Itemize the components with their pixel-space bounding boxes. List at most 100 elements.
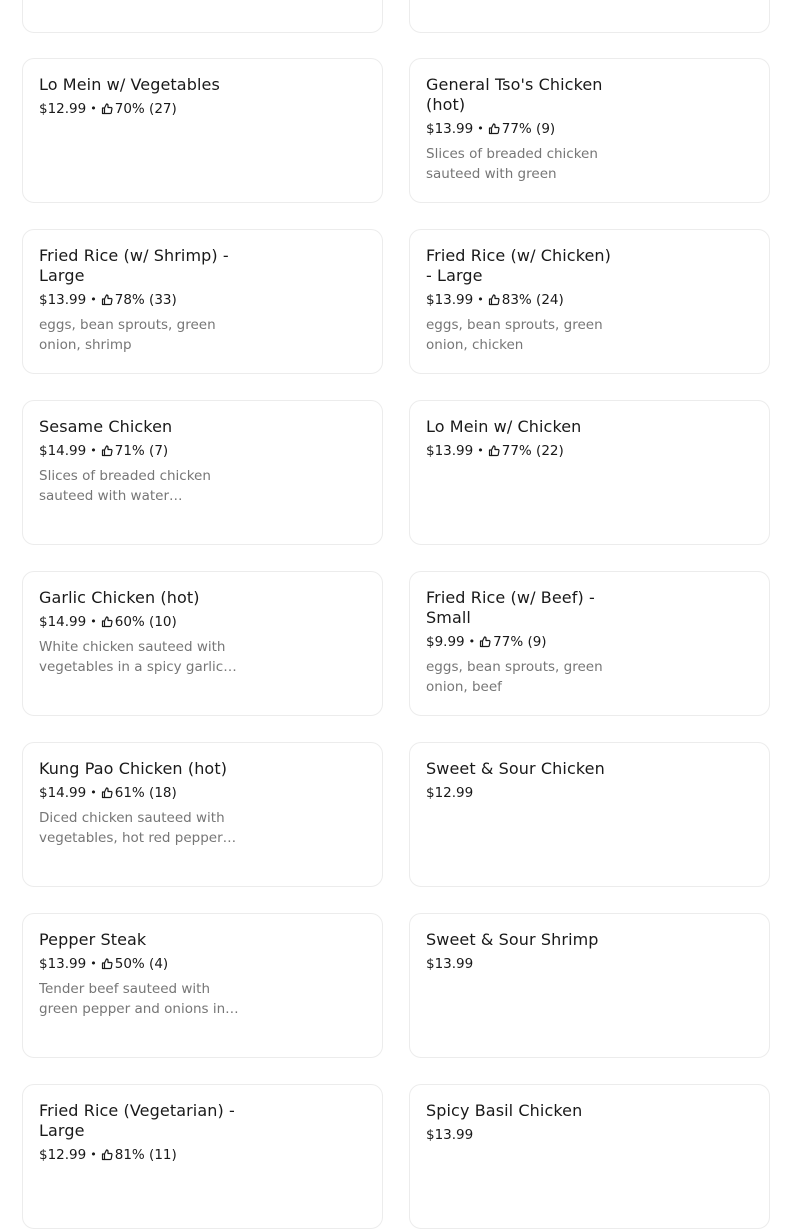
thumbs-up-icon (101, 445, 113, 457)
menu-item-name: Pepper Steak (39, 930, 147, 949)
menu-item-meta: $13.99 • 77% (9) (426, 120, 616, 138)
menu-item-meta: $13.99 • 50% (4) (39, 955, 239, 973)
menu-item-rating: 83% (24) (501, 292, 564, 308)
menu-item-rating: 70% (27) (114, 101, 177, 117)
menu-item-description: Slices of breaded chicken sauteed with g… (426, 146, 598, 182)
menu-item-card[interactable]: Fried Rice (Vegetarian) - Large $12.99 • 81… (22, 1084, 383, 1229)
menu-item-meta: $13.99 • 77% (22) (426, 442, 616, 460)
menu-item-price: $14.99 (39, 443, 87, 459)
menu-item-rating: 77% (9) (501, 121, 556, 137)
menu-item-rating: 61% (18) (114, 785, 177, 801)
thumbs-up-icon (101, 787, 113, 799)
menu-item-card[interactable]: Lo Mein w/ Vegetables $12.99 • 70% (27) (22, 58, 383, 203)
menu-item-content: Lo Mein w/ Vegetables $12.99 • 70% (27) (39, 75, 239, 118)
menu-item-content: Fried Rice (w/ Chicken) - Large $13.99 • 83… (426, 246, 616, 355)
menu-item-description: eggs, bean sprouts, green onion, chicken (426, 317, 603, 353)
separator-dot: • (468, 635, 476, 648)
menu-item-price: $13.99 (426, 956, 474, 972)
separator-dot: • (477, 293, 484, 306)
menu-item-name: Fried Rice (Vegetarian) - Large (39, 1101, 235, 1140)
menu-item-content: Kung Pao Chicken (hot) $14.99 • 61% (18) Dic… (39, 759, 239, 848)
menu-item-name: Fried Rice (w/ Shrimp) - Large (39, 246, 229, 285)
menu-item-rating: 77% (22) (501, 443, 564, 459)
menu-item-description: Diced chicken sauteed with vegetables, h… (39, 810, 237, 846)
menu-item-content: Pepper Steak $13.99 • 50% (4) Tender beef sa… (39, 930, 239, 1019)
menu-item-name: Spicy Basil Chicken (426, 1101, 583, 1120)
menu-item-card[interactable]: Kung Pao Chicken (hot) $14.99 • 61% (18) Dic… (22, 742, 383, 887)
separator-dot: • (90, 786, 97, 799)
menu-item-meta: $14.99 • 71% (7) (39, 442, 239, 460)
thumbs-up-icon (101, 616, 113, 628)
menu-item-card[interactable]: Lo Mein w/ Chicken $13.99 • 77% (22) (409, 400, 770, 545)
menu-item-name: Garlic Chicken (hot) (39, 588, 200, 607)
menu-item-price: $13.99 (426, 443, 474, 459)
menu-item-price: $14.99 (39, 785, 87, 801)
menu-item-price: $13.99 (39, 956, 87, 972)
separator-dot: • (477, 122, 484, 135)
menu-item-rating: 50% (4) (114, 956, 169, 972)
thumbs-up-icon (101, 103, 113, 115)
menu-item-name: Lo Mein w/ Vegetables (39, 75, 220, 94)
menu-item-name: Fried Rice (w/ Beef) - Small (426, 588, 595, 627)
menu-item-meta: $14.99 • 60% (10) (39, 613, 239, 631)
menu-item-name: Kung Pao Chicken (hot) (39, 759, 228, 778)
separator-dot: • (90, 102, 97, 115)
menu-item-name: Sweet & Sour Chicken (426, 759, 605, 778)
thumbs-up-icon (101, 958, 113, 970)
menu-item-card[interactable]: Fried Rice (w/ Shrimp) - Large $13.99 • 78%… (22, 229, 383, 374)
menu-item-description: eggs, bean sprouts, green onion, shrimp (39, 317, 216, 353)
menu-item-meta: $9.99 • 77% (9) (426, 633, 616, 651)
menu-item-card[interactable]: Fried Rice (w/ Beef) - Small $9.99 • 77% (9… (409, 571, 770, 716)
menu-item-rating: 77% (9) (493, 634, 547, 650)
menu-item-content: Garlic Chicken (hot) $14.99 • 60% (10) White… (39, 588, 239, 677)
menu-item-content: Spicy Basil Chicken $13.99 (426, 1101, 616, 1144)
menu-item-card[interactable]: Pepper Steak $13.99 • 50% (4) Tender beef sa… (22, 913, 383, 1058)
menu-item-content: Sweet & Sour Chicken $12.99 (426, 759, 616, 802)
separator-dot: • (90, 293, 97, 306)
menu-item-name: Sesame Chicken (39, 417, 173, 436)
menu-item-card[interactable]: Fried Rice (w/ Chicken) - Large $13.99 • 83… (409, 229, 770, 374)
thumbs-up-icon (479, 636, 491, 648)
menu-item-rating: 71% (7) (114, 443, 169, 459)
menu-item-content: Lo Mein w/ Chicken $13.99 • 77% (22) (426, 417, 616, 460)
thumbs-up-icon (488, 294, 500, 306)
menu-item-card[interactable]: Garlic Chicken (hot) $14.99 • 60% (10) White… (22, 571, 383, 716)
separator-dot: • (90, 615, 97, 628)
menu-item-content: General Tso's Chicken (hot) $13.99 • 77% (9… (426, 75, 616, 184)
menu-item-card[interactable] (22, 0, 383, 33)
menu-item-meta: $13.99 • 83% (24) (426, 291, 616, 309)
menu-item-price: $13.99 (426, 1127, 474, 1143)
separator-dot: • (90, 1148, 97, 1161)
menu-item-meta: $14.99 • 61% (18) (39, 784, 239, 802)
menu-item-description: eggs, bean sprouts, green onion, beef (426, 659, 603, 695)
separator-dot: • (477, 444, 484, 457)
menu-item-card[interactable] (409, 0, 770, 33)
menu-item-price: $9.99 (426, 634, 465, 650)
menu-item-meta: $12.99 • 81% (11) (39, 1146, 239, 1164)
menu-item-content: Fried Rice (Vegetarian) - Large $12.99 • 81… (39, 1101, 239, 1164)
menu-item-card[interactable]: General Tso's Chicken (hot) $13.99 • 77% (9… (409, 58, 770, 203)
menu-item-card[interactable]: Spicy Basil Chicken $13.99 (409, 1084, 770, 1229)
menu-item-description: Tender beef sauteed with green pepper an… (39, 981, 239, 1017)
menu-item-price: $13.99 (39, 292, 87, 308)
menu-item-content: Sweet & Sour Shrimp $13.99 (426, 930, 616, 973)
menu-item-rating: 78% (33) (114, 292, 177, 308)
menu-item-card[interactable]: Sesame Chicken $14.99 • 71% (7) Slices of br… (22, 400, 383, 545)
menu-item-price: $12.99 (39, 101, 87, 117)
menu-item-content: Fried Rice (w/ Shrimp) - Large $13.99 • 78%… (39, 246, 239, 355)
menu-item-meta: $13.99 (426, 955, 616, 973)
menu-item-price: $13.99 (426, 292, 474, 308)
menu-item-rating: 81% (11) (114, 1147, 177, 1163)
menu-item-meta: $13.99 (426, 1126, 616, 1144)
menu-item-meta: $12.99 • 70% (27) (39, 100, 239, 118)
menu-item-price: $12.99 (39, 1147, 87, 1163)
menu-item-card[interactable]: Sweet & Sour Shrimp $13.99 (409, 913, 770, 1058)
menu-item-content: Sesame Chicken $14.99 • 71% (7) Slices of br… (39, 417, 239, 506)
menu-item-price: $12.99 (426, 785, 474, 801)
thumbs-up-icon (488, 123, 500, 135)
menu-item-description: Slices of breaded chicken sauteed with w… (39, 468, 211, 504)
menu-item-name: Fried Rice (w/ Chicken) - Large (426, 246, 612, 285)
thumbs-up-icon (101, 1149, 113, 1161)
menu-item-card[interactable]: Sweet & Sour Chicken $12.99 (409, 742, 770, 887)
thumbs-up-icon (101, 294, 113, 306)
